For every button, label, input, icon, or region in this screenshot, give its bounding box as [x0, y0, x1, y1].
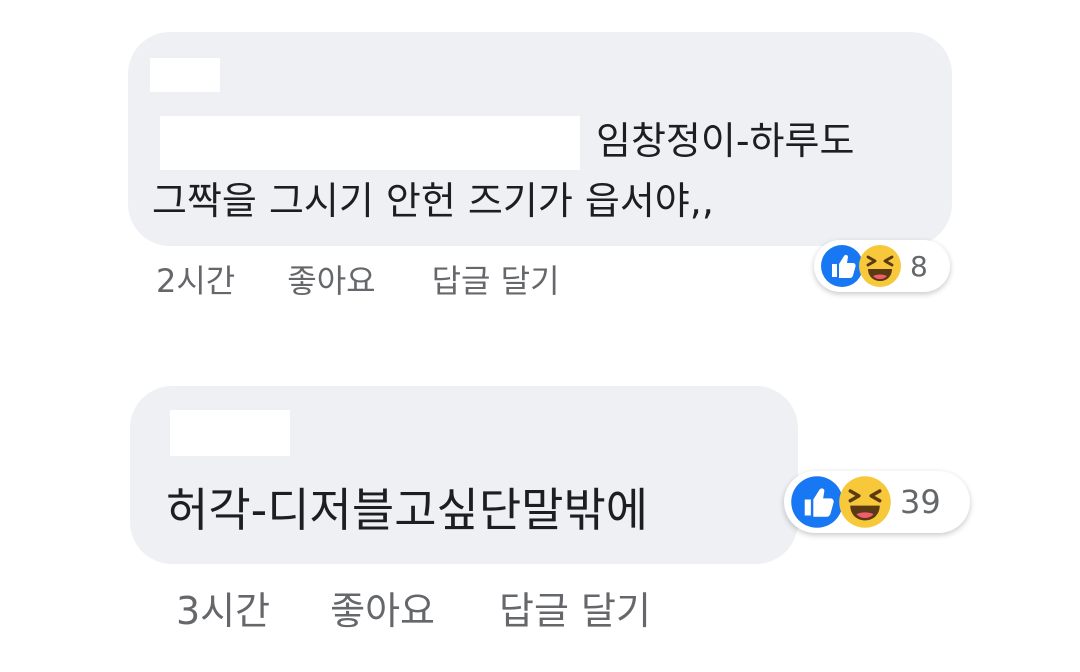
reply-button[interactable]: 답글 달기: [432, 256, 560, 302]
reaction-summary[interactable]: 39: [784, 471, 970, 533]
haha-icon: [838, 475, 892, 529]
comment-text: 허각-디저블고싶단말밖에: [166, 483, 649, 537]
reaction-count: 39: [900, 483, 941, 521]
reaction-summary[interactable]: 8: [814, 240, 950, 292]
like-icon: [790, 475, 844, 529]
author-name-redacted: [150, 58, 220, 92]
comment-actions: 3시간 좋아요 답글 달기: [176, 580, 651, 635]
like-button[interactable]: 좋아요: [330, 580, 435, 635]
haha-icon: [858, 244, 902, 288]
comment-timestamp[interactable]: 2시간: [156, 256, 235, 302]
author-name-redacted: [170, 410, 290, 456]
comment-timestamp[interactable]: 3시간: [176, 580, 270, 635]
comment-prefix-redacted: [160, 116, 580, 170]
comment-actions: 2시간 좋아요 답글 달기: [156, 256, 560, 302]
reaction-count: 8: [910, 249, 928, 283]
like-button[interactable]: 좋아요: [287, 256, 375, 302]
reply-button[interactable]: 답글 달기: [499, 580, 651, 635]
comment-text-line: 그짝을 그시기 안헌 즈기가 읍서야,,: [152, 179, 714, 223]
comment-text-line: 임창정이-하루도: [596, 119, 855, 163]
